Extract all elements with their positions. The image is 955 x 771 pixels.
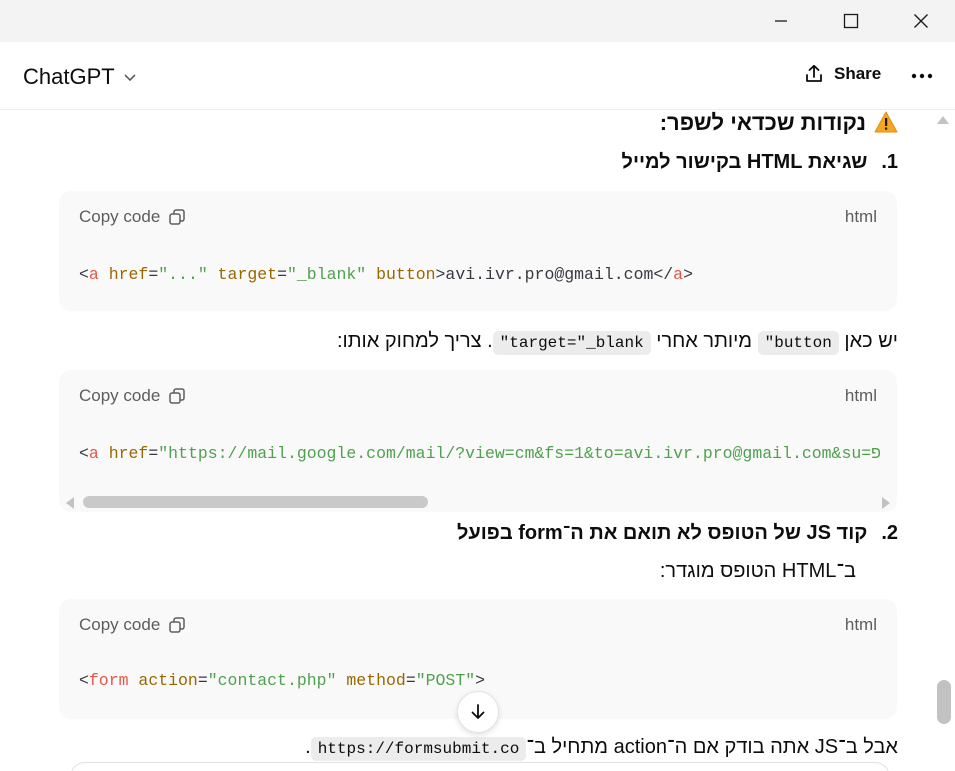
scroll-to-bottom-button[interactable]: [457, 691, 499, 733]
code-language: html: [844, 207, 877, 226]
heading-text: נקודות שכדאי לשפר:: [659, 110, 866, 135]
code-token: a: [673, 265, 684, 284]
vertical-scrollbar[interactable]: [932, 110, 955, 771]
code-token: href: [108, 265, 149, 284]
code-token: =: [277, 265, 287, 284]
code-token: =: [148, 444, 159, 463]
code-token: <: [79, 265, 89, 284]
text-run: מיותר אחרי: [650, 330, 758, 352]
copy-icon: [169, 617, 186, 633]
maximize-icon: [843, 13, 859, 29]
code-token: "_blank": [286, 265, 367, 284]
list-number-2: 2.: [881, 522, 898, 544]
text-run: . צריך למחוק אותו:: [336, 330, 493, 352]
app-header: ChatGPT Share: [0, 42, 955, 110]
code-token: form: [88, 671, 129, 690]
more-icon: [911, 73, 933, 79]
copy-code-button[interactable]: Copy code: [79, 207, 186, 227]
code-token: target: [217, 265, 278, 284]
scroll-right-icon[interactable]: [881, 497, 891, 509]
text-run: .: [305, 736, 311, 758]
code-line-3: <form action="contact.php" method="POST"…: [59, 649, 897, 690]
list-item-2-title: קוד JS של הטופס לא תואם את ה־form בפועל: [456, 522, 868, 544]
paragraph-3: אבל ב־JS אתה בודק אם ה־action מתחיל ב־ht…: [305, 736, 898, 761]
code-token: a: [88, 444, 99, 463]
code-block-1: Copy code html <a href="..." target="_bl…: [59, 191, 897, 311]
vertical-scroll-thumb[interactable]: [937, 680, 951, 724]
copy-code-button[interactable]: Copy code: [79, 615, 186, 635]
code-token: "POST": [415, 671, 476, 690]
code-language: html: [844, 615, 877, 634]
code-token: <: [79, 444, 89, 463]
section-heading: נקודות שכדאי לשפר:: [660, 110, 898, 136]
copy-code-label: Copy code: [79, 615, 161, 634]
list-item-2: 2. קוד JS של הטופס לא תואם את ה־form בפוע…: [457, 522, 898, 545]
code-token: action: [138, 671, 198, 690]
conversation-area: נקודות שכדאי לשפר: 1. שגיאת HTML בקישור ל…: [0, 110, 930, 771]
code-token: >avi.ivr.pro@gmail.com</: [435, 265, 674, 284]
code-token: "contact.php": [207, 671, 337, 690]
code-token: "...": [158, 265, 208, 284]
code-token: =: [405, 671, 416, 690]
minimize-icon: [775, 20, 787, 22]
list-item-1: 1. שגיאת HTML בקישור למייל: [622, 151, 898, 174]
horizontal-scrollbar[interactable]: [59, 492, 897, 512]
code-token: "https://mail.google.com/mail/?view=cm&f…: [158, 444, 882, 463]
code-token: href: [108, 444, 149, 463]
code-block-2: Copy code html <a href="https://mail.goo…: [59, 370, 897, 512]
arrow-down-icon: [471, 704, 485, 719]
maximize-button[interactable]: [816, 0, 886, 42]
code-token: =: [197, 671, 208, 690]
code-block-header: Copy code html: [59, 370, 897, 420]
scroll-up-icon[interactable]: [936, 115, 950, 125]
horizontal-scroll-thumb[interactable]: [83, 496, 428, 508]
share-button[interactable]: Share: [804, 64, 881, 84]
copy-code-button[interactable]: Copy code: [79, 386, 186, 406]
message-composer[interactable]: [70, 762, 890, 771]
inline-code: "button: [757, 331, 839, 355]
paragraph-1: יש כאן "button מיותר אחרי "target="_blan…: [337, 330, 898, 355]
code-token: =: [148, 265, 159, 284]
code-token: >: [475, 671, 486, 690]
share-label: Share: [834, 64, 882, 83]
list-number-1: 1.: [881, 151, 898, 173]
text-run: יש כאן: [838, 330, 898, 352]
warning-icon: [874, 111, 898, 133]
code-token: a: [88, 265, 99, 284]
copy-icon: [169, 209, 186, 225]
chevron-down-icon: [124, 74, 136, 82]
code-token: <: [79, 671, 89, 690]
close-button[interactable]: [886, 0, 955, 42]
app-title: ChatGPT: [23, 64, 115, 89]
model-selector[interactable]: ChatGPT: [23, 64, 137, 90]
minimize-button[interactable]: [746, 0, 816, 42]
more-options-button[interactable]: [906, 64, 938, 88]
copy-icon: [169, 388, 186, 404]
code-line-2: <a href="https://mail.google.com/mail/?v…: [59, 420, 897, 463]
scroll-left-icon[interactable]: [65, 497, 75, 509]
inline-code: https://formsubmit.co: [310, 737, 527, 761]
code-line-1: <a href="..." target="_blank" button>avi…: [59, 241, 897, 284]
code-token: >: [683, 265, 693, 284]
close-icon: [914, 14, 928, 28]
paragraph-2: ב־HTML הטופס מוגדר:: [659, 560, 856, 582]
copy-code-label: Copy code: [79, 207, 161, 226]
window-titlebar: [0, 0, 955, 42]
code-block-header: Copy code html: [59, 191, 897, 241]
inline-code: "target="_blank: [492, 331, 651, 355]
text-run: אבל ב־JS אתה בודק אם ה־action מתחיל ב־: [526, 736, 898, 758]
list-item-1-title: שגיאת HTML בקישור למייל: [621, 151, 868, 173]
code-block-header: Copy code html: [59, 599, 897, 649]
code-token: button: [376, 265, 436, 284]
share-icon: [806, 64, 822, 82]
copy-code-label: Copy code: [79, 386, 161, 405]
code-language: html: [844, 386, 877, 405]
code-token: method: [346, 671, 406, 690]
